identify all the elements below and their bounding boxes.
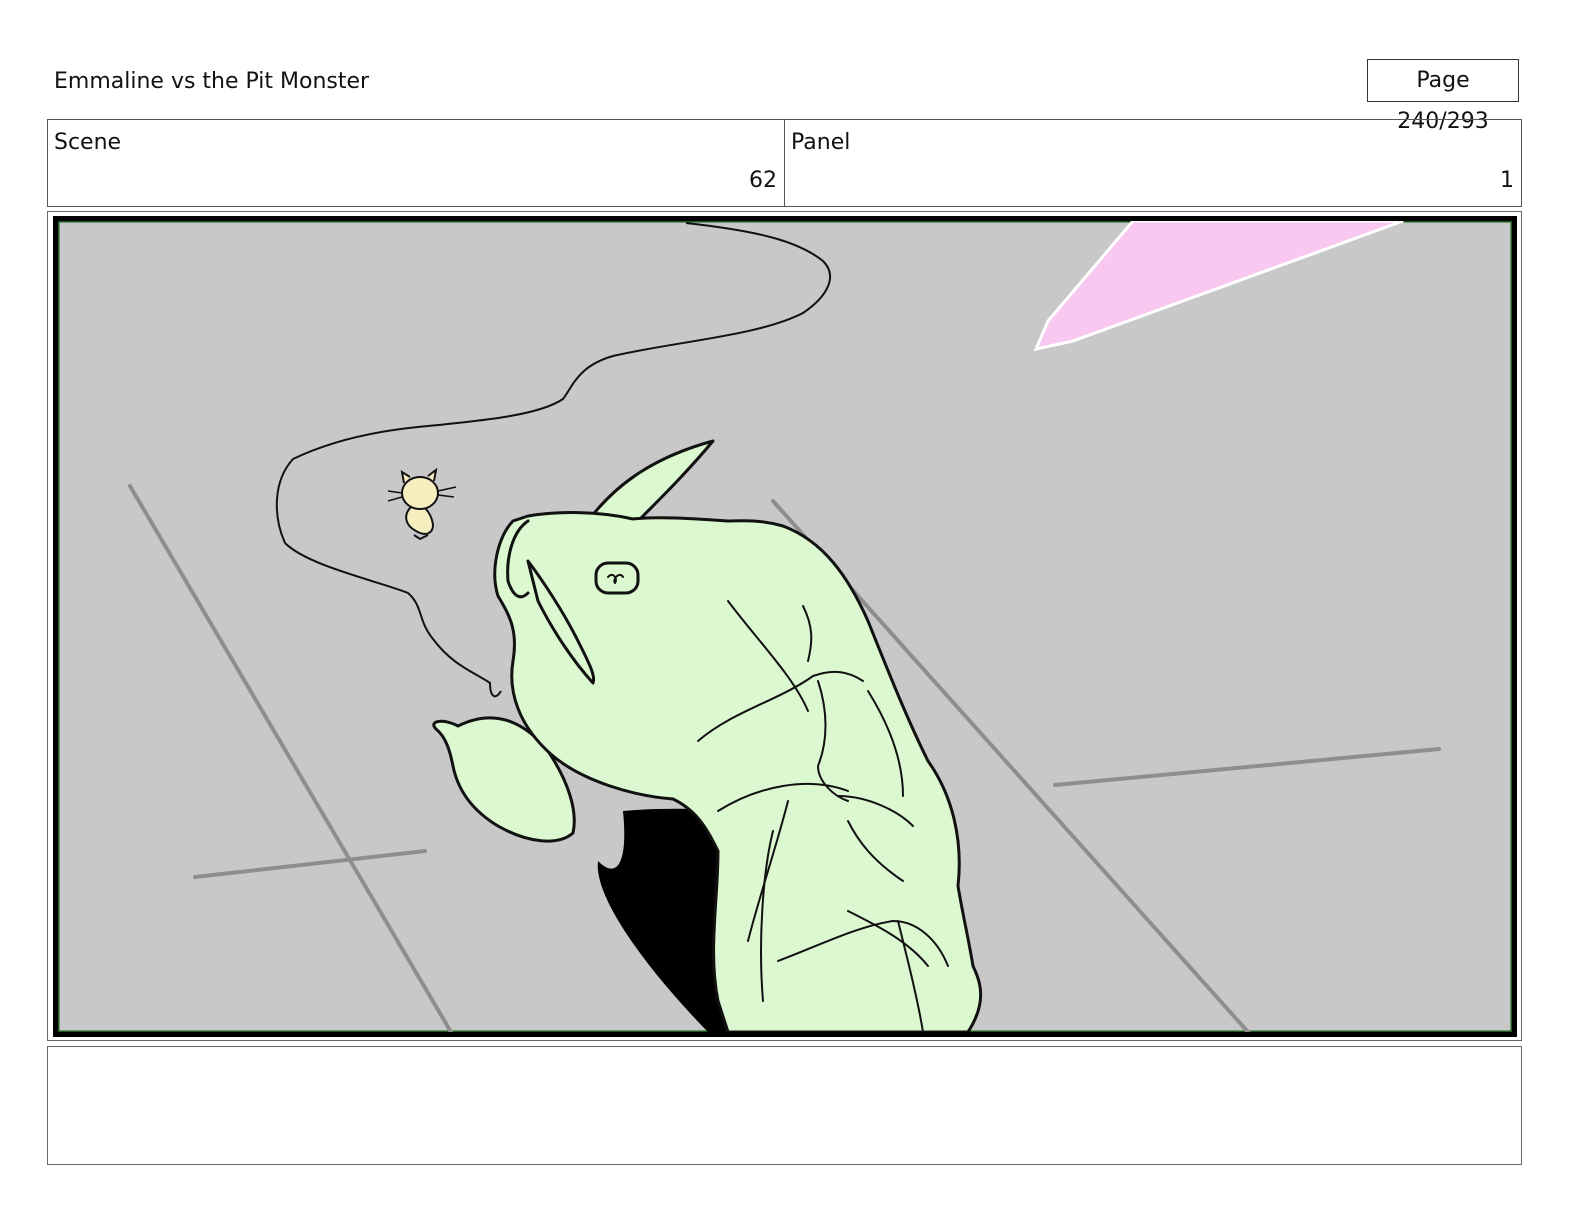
panel-notes-box — [47, 1046, 1522, 1165]
scene-number: 62 — [749, 168, 777, 193]
monster-eye — [594, 561, 640, 595]
panel-artwork — [53, 216, 1517, 1037]
panel-label: Panel — [791, 130, 851, 155]
panel-number: 1 — [1500, 168, 1514, 193]
hamster-head — [401, 476, 439, 510]
page-number: Page 240/293 — [1367, 59, 1519, 134]
scene-panel-info: Scene 62 Panel 1 — [47, 119, 1522, 207]
storyboard-title: Emmaline vs the Pit Monster — [54, 69, 370, 94]
scene-label: Scene — [54, 130, 122, 155]
scene-cell: Scene 62 — [48, 120, 784, 206]
storyboard-drawing — [58, 221, 1512, 1032]
panel-cell: Panel 1 — [784, 120, 1521, 206]
